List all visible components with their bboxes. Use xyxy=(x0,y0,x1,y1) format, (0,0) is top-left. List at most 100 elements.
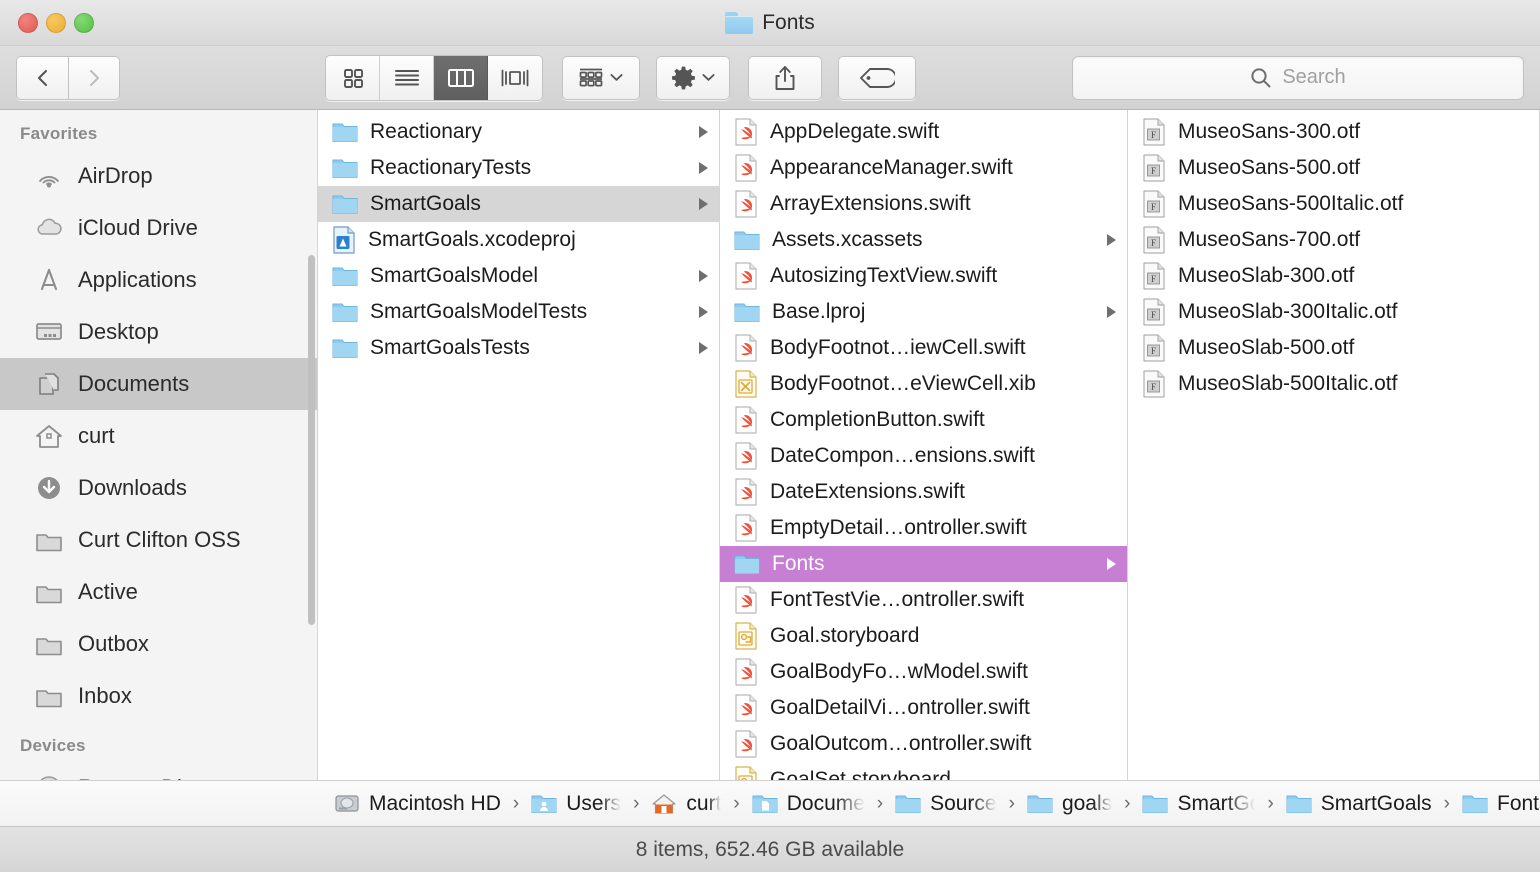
sidebar-scrollbar[interactable] xyxy=(308,255,315,625)
sidebar-item-label: Documents xyxy=(78,371,190,396)
folder-icon xyxy=(332,267,358,286)
list-view-button[interactable] xyxy=(380,55,434,100)
list-item[interactable]: Goal.storyboard xyxy=(720,618,1127,654)
chevron-down-icon xyxy=(702,74,715,81)
sidebar-item-curt[interactable]: curt xyxy=(0,410,317,462)
list-item[interactable]: AppearanceManager.swift xyxy=(720,150,1127,186)
list-item[interactable]: GoalDetailVi…ontroller.swift xyxy=(720,690,1127,726)
swift-icon xyxy=(735,154,757,182)
list-item[interactable]: F MuseoSlab-500Italic.otf xyxy=(1128,366,1539,402)
disclosure-triangle-icon xyxy=(699,198,708,210)
breadcrumb-label: Documents xyxy=(786,791,865,815)
breadcrumb-users[interactable]: Users xyxy=(531,792,621,816)
item-label: MuseoSlab-300Italic.otf xyxy=(1178,300,1398,323)
users-icon xyxy=(531,795,557,813)
list-item[interactable]: Assets.xcassets xyxy=(720,222,1127,258)
status-text: 8 items, 652.46 GB available xyxy=(635,837,905,861)
breadcrumb-documents[interactable]: Documents xyxy=(752,792,865,816)
breadcrumb-separator: › xyxy=(633,792,640,814)
breadcrumb-smartgoals-outer[interactable]: SmartGoals xyxy=(1142,792,1255,816)
list-item-fonts[interactable]: Fonts xyxy=(720,546,1127,582)
folder-icon xyxy=(1142,795,1168,813)
search-placeholder: Search xyxy=(1282,66,1346,88)
list-item[interactable]: BodyFootnot…iewCell.swift xyxy=(720,330,1127,366)
list-item[interactable]: BodyFootnot…eViewCell.xib xyxy=(720,366,1127,402)
list-item[interactable]: CompletionButton.swift xyxy=(720,402,1127,438)
list-item[interactable]: SmartGoalsModelTests xyxy=(318,294,719,330)
list-item[interactable]: ArrayExtensions.swift xyxy=(720,186,1127,222)
list-item[interactable]: SmartGoalsTests xyxy=(318,330,719,366)
list-item[interactable]: DateExtensions.swift xyxy=(720,474,1127,510)
sidebar-item-desktop[interactable]: Desktop xyxy=(0,306,317,358)
list-item[interactable]: F MuseoSlab-500.otf xyxy=(1128,330,1539,366)
grid-icon xyxy=(343,68,363,88)
list-item[interactable]: F MuseoSans-300.otf xyxy=(1128,114,1539,150)
font-icon: F xyxy=(1143,262,1165,290)
chevron-down-icon xyxy=(610,74,623,81)
breadcrumb-goals[interactable]: goals xyxy=(1027,792,1112,816)
folder-icon xyxy=(36,690,62,708)
list-item[interactable]: F MuseoSlab-300.otf xyxy=(1128,258,1539,294)
sidebar-item-icloud-drive[interactable]: iCloud Drive xyxy=(0,202,317,254)
disclosure-triangle-icon xyxy=(1107,306,1116,318)
list-item[interactable]: DateCompon…ensions.swift xyxy=(720,438,1127,474)
sidebar-item-label: Outbox xyxy=(78,631,149,656)
list-item[interactable]: F MuseoSans-500.otf xyxy=(1128,150,1539,186)
breadcrumb-smartgoals[interactable]: SmartGoals xyxy=(1286,792,1432,816)
disclosure-triangle-icon xyxy=(699,306,708,318)
sidebar-item-inbox[interactable]: Inbox xyxy=(0,670,317,722)
item-label: SmartGoalsModelTests xyxy=(370,300,588,323)
disclosure-triangle-icon xyxy=(699,270,708,282)
list-item[interactable]: SmartGoals.xcodeproj xyxy=(318,222,719,258)
sidebar-item-remote-disc[interactable]: Remote Disc xyxy=(0,762,317,780)
icon-view-button[interactable] xyxy=(326,55,380,100)
breadcrumb-curt[interactable]: curt xyxy=(651,792,721,816)
list-item[interactable]: GoalBodyFo…wModel.swift xyxy=(720,654,1127,690)
sidebar-item-downloads[interactable]: Downloads xyxy=(0,462,317,514)
share-button[interactable] xyxy=(748,55,822,100)
svg-text:F: F xyxy=(1151,274,1156,284)
list-item[interactable]: SmartGoalsModel xyxy=(318,258,719,294)
breadcrumb-macintosh-hd[interactable]: Macintosh HD xyxy=(334,792,501,816)
breadcrumb-source[interactable]: Source xyxy=(895,792,997,816)
column-view-button[interactable] xyxy=(434,55,488,100)
breadcrumb-label: Macintosh HD xyxy=(369,791,501,815)
sidebar-item-outbox[interactable]: Outbox xyxy=(0,618,317,670)
search-field[interactable]: Search xyxy=(1072,55,1524,100)
list-item[interactable]: GoalSet.storyboard xyxy=(720,762,1127,780)
breadcrumb-fonts[interactable]: Fonts xyxy=(1462,792,1540,816)
list-item[interactable]: AppDelegate.swift xyxy=(720,114,1127,150)
list-item[interactable]: SmartGoals xyxy=(318,186,719,222)
sidebar-item-active[interactable]: Active xyxy=(0,566,317,618)
disclosure-triangle-icon xyxy=(699,342,708,354)
list-item[interactable]: F MuseoSlab-300Italic.otf xyxy=(1128,294,1539,330)
list-item[interactable]: Base.lproj xyxy=(720,294,1127,330)
breadcrumb-separator: › xyxy=(512,792,520,814)
list-item[interactable]: Reactionary xyxy=(318,114,719,150)
sidebar-item-applications[interactable]: Applications xyxy=(0,254,317,306)
back-button[interactable] xyxy=(16,55,68,100)
sidebar-item-curt-clifton-oss[interactable]: Curt Clifton OSS xyxy=(0,514,317,566)
storyboard-icon xyxy=(735,622,757,650)
list-item[interactable]: F MuseoSans-500Italic.otf xyxy=(1128,186,1539,222)
forward-button[interactable] xyxy=(68,55,120,100)
list-item[interactable]: FontTestVie…ontroller.swift xyxy=(720,582,1127,618)
list-item[interactable]: F MuseoSans-700.otf xyxy=(1128,222,1539,258)
sidebar-item-airdrop[interactable]: AirDrop xyxy=(0,150,317,202)
list-item[interactable]: AutosizingTextView.swift xyxy=(720,258,1127,294)
item-label: Assets.xcassets xyxy=(772,228,923,251)
arrange-button[interactable] xyxy=(562,55,640,100)
list-item[interactable]: ReactionaryTests xyxy=(318,150,719,186)
list-item[interactable]: EmptyDetail…ontroller.swift xyxy=(720,510,1127,546)
item-label: MuseoSlab-500.otf xyxy=(1178,336,1355,359)
list-item[interactable]: GoalOutcom…ontroller.swift xyxy=(720,726,1127,762)
chevron-left-icon xyxy=(37,69,47,86)
action-menu-button[interactable] xyxy=(656,55,730,100)
sidebar-item-documents[interactable]: Documents xyxy=(0,358,317,410)
disc-icon xyxy=(40,776,58,780)
documents-icon xyxy=(39,373,59,395)
gallery-view-button[interactable] xyxy=(488,56,542,100)
item-label: SmartGoals.xcodeproj xyxy=(368,228,576,251)
tag-button[interactable] xyxy=(838,55,916,100)
folder-icon xyxy=(1462,795,1488,813)
